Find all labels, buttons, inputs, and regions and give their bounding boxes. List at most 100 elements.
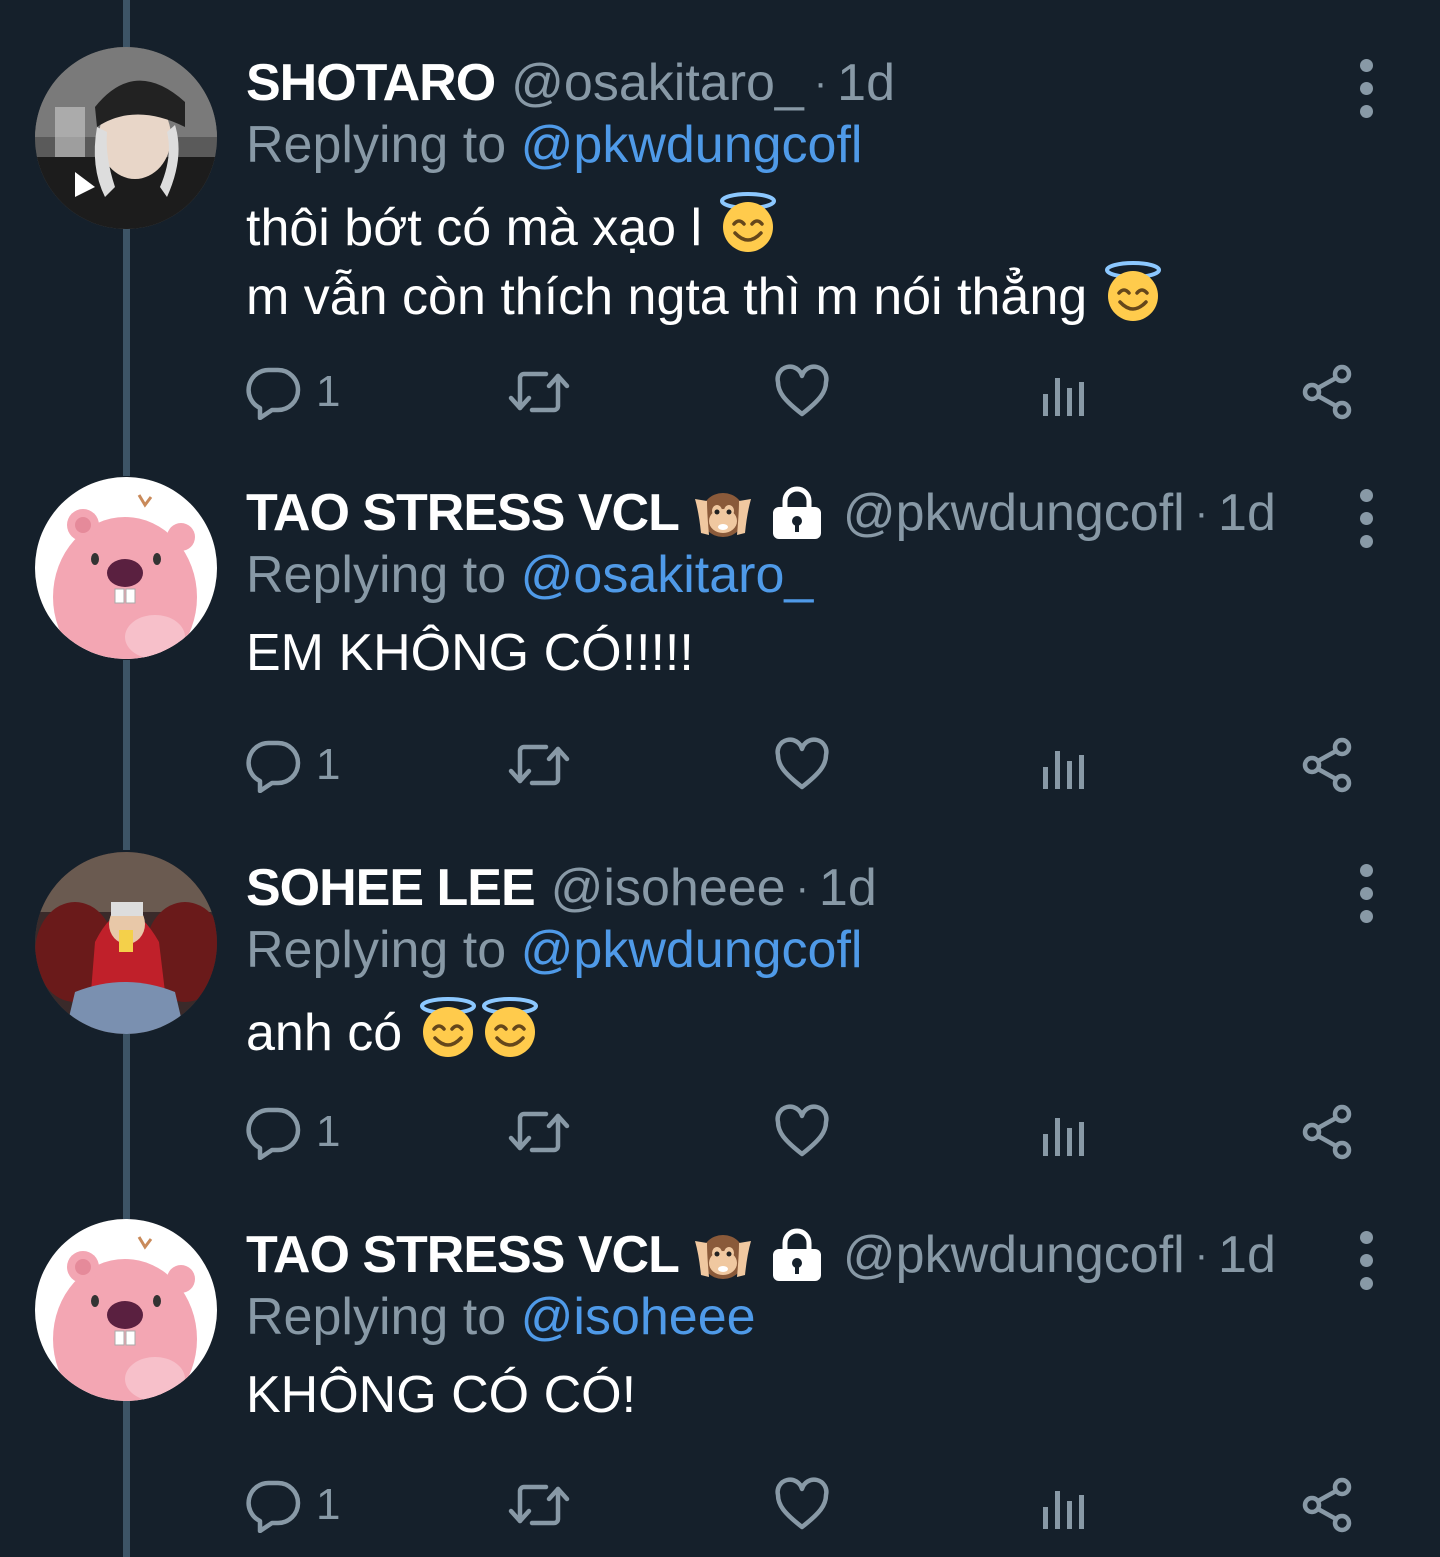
analytics-button[interactable] xyxy=(1040,1102,1088,1162)
share-icon xyxy=(1300,364,1356,420)
hear-no-evil-monkey-emoji xyxy=(693,483,753,543)
replying-to: Replying to @osakitaro_ xyxy=(246,543,813,607)
lock-icon xyxy=(767,483,827,543)
tweet-header: TAO STRESS VCL @pkwdungcofl · 1d xyxy=(246,1223,1276,1287)
heart-icon xyxy=(774,737,830,793)
avatar[interactable] xyxy=(35,1219,217,1401)
retweet-button[interactable] xyxy=(508,735,570,795)
avatar[interactable] xyxy=(35,477,217,659)
analytics-icon xyxy=(1040,737,1088,793)
retweet-icon xyxy=(508,1477,570,1533)
like-button[interactable] xyxy=(774,362,830,422)
replying-to: Replying to @pkwdungcofl xyxy=(246,113,862,177)
like-button[interactable] xyxy=(774,1102,830,1162)
user-handle[interactable]: @pkwdungcofl xyxy=(843,481,1185,545)
reply-count: 1 xyxy=(316,1480,341,1529)
replying-to: Replying to @isoheee xyxy=(246,1285,756,1349)
tweet-header: SHOTARO @osakitaro_ · 1d xyxy=(246,51,895,115)
reply-count: 1 xyxy=(316,1107,341,1156)
action-bar: 1 xyxy=(0,735,1440,795)
replying-to-label: Replying to xyxy=(246,546,521,604)
tweet-text-line: EM KHÔNG CÓ!!!!! xyxy=(246,624,694,682)
analytics-button[interactable] xyxy=(1040,362,1088,422)
tweet-text-line: thôi bớt có mà xạo l xyxy=(246,199,703,257)
reply-button[interactable]: 1 xyxy=(246,1475,340,1535)
user-handle[interactable]: @pkwdungcofl xyxy=(843,1223,1185,1287)
tweet-text: anh có xyxy=(246,996,541,1065)
action-bar: 1 xyxy=(0,1102,1440,1162)
replying-to-label: Replying to xyxy=(246,921,521,979)
hear-no-evil-monkey-emoji xyxy=(693,1225,753,1285)
share-button[interactable] xyxy=(1300,735,1356,795)
smiling-face-with-halo-emoji xyxy=(1102,260,1164,322)
separator-dot: · xyxy=(1194,491,1209,535)
retweet-icon xyxy=(508,364,570,420)
display-name[interactable]: TAO STRESS VCL xyxy=(246,1223,680,1287)
analytics-button[interactable] xyxy=(1040,735,1088,795)
thread-line xyxy=(123,0,130,50)
reply-count: 1 xyxy=(316,740,341,789)
tweet-text: EM KHÔNG CÓ!!!!! xyxy=(246,621,694,685)
share-icon xyxy=(1300,737,1356,793)
timestamp[interactable]: 1d xyxy=(819,856,877,920)
lock-icon xyxy=(767,1225,827,1285)
retweet-button[interactable] xyxy=(508,362,570,422)
more-vertical-icon[interactable] xyxy=(1354,59,1378,129)
heart-icon xyxy=(774,364,830,420)
like-button[interactable] xyxy=(774,735,830,795)
timestamp[interactable]: 1d xyxy=(1218,1223,1276,1287)
retweet-icon xyxy=(508,1104,570,1160)
share-icon xyxy=(1300,1104,1356,1160)
more-vertical-icon[interactable] xyxy=(1354,489,1378,559)
smiling-face-with-halo-emoji xyxy=(717,191,779,253)
avatar[interactable] xyxy=(35,852,217,1034)
display-name[interactable]: TAO STRESS VCL xyxy=(246,481,680,545)
share-button[interactable] xyxy=(1300,1475,1356,1535)
timestamp[interactable]: 1d xyxy=(837,51,895,115)
reply-count: 1 xyxy=(316,367,341,416)
reply-icon xyxy=(246,737,302,793)
replying-to-label: Replying to xyxy=(246,1288,521,1346)
share-icon xyxy=(1300,1477,1356,1533)
analytics-button[interactable] xyxy=(1040,1475,1088,1535)
reply-icon xyxy=(246,1477,302,1533)
analytics-icon xyxy=(1040,1104,1088,1160)
reply-button[interactable]: 1 xyxy=(246,735,340,795)
like-button[interactable] xyxy=(774,1475,830,1535)
replying-to: Replying to @pkwdungcofl xyxy=(246,918,862,982)
analytics-icon xyxy=(1040,1477,1088,1533)
reply-button[interactable]: 1 xyxy=(246,1102,340,1162)
smiling-face-with-halo-emoji xyxy=(479,996,541,1058)
tweet-text: KHÔNG CÓ CÓ! xyxy=(246,1363,636,1427)
thread-line xyxy=(123,228,130,476)
tweet-text-line: m vẫn còn thích ngta thì m nói thẳng xyxy=(246,268,1088,326)
tweet-header: SOHEE LEE @isoheee · 1d xyxy=(246,856,877,920)
display-name[interactable]: SHOTARO xyxy=(246,51,496,115)
mention-link[interactable]: @osakitaro_ xyxy=(521,546,814,604)
analytics-icon xyxy=(1040,364,1088,420)
separator-dot: · xyxy=(795,866,809,910)
heart-icon xyxy=(774,1104,830,1160)
mention-link[interactable]: @pkwdungcofl xyxy=(521,116,863,174)
retweet-button[interactable] xyxy=(508,1475,570,1535)
user-handle[interactable]: @isoheee xyxy=(551,856,786,920)
more-vertical-icon[interactable] xyxy=(1354,1231,1378,1301)
reply-icon xyxy=(246,1104,302,1160)
display-name[interactable]: SOHEE LEE xyxy=(246,856,536,920)
mention-link[interactable]: @pkwdungcofl xyxy=(521,921,863,979)
retweet-icon xyxy=(508,737,570,793)
share-button[interactable] xyxy=(1300,362,1356,422)
retweet-button[interactable] xyxy=(508,1102,570,1162)
reply-icon xyxy=(246,364,302,420)
reply-button[interactable]: 1 xyxy=(246,362,340,422)
tweet-text: thôi bớt có mà xạo l m vẫn còn thích ngt… xyxy=(246,191,1164,329)
heart-icon xyxy=(774,1477,830,1533)
share-button[interactable] xyxy=(1300,1102,1356,1162)
avatar[interactable] xyxy=(35,47,217,229)
action-bar: 1 xyxy=(0,362,1440,422)
tweet-header: TAO STRESS VCL @pkwdungcofl · 1d xyxy=(246,481,1276,545)
more-vertical-icon[interactable] xyxy=(1354,864,1378,934)
timestamp[interactable]: 1d xyxy=(1218,481,1276,545)
user-handle[interactable]: @osakitaro_ xyxy=(511,51,804,115)
mention-link[interactable]: @isoheee xyxy=(521,1288,756,1346)
